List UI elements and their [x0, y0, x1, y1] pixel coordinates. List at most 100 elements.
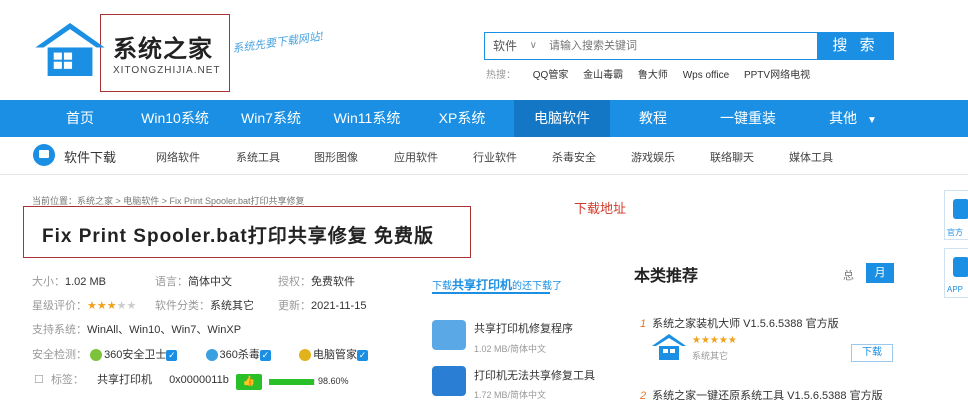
related-item-title[interactable]: 打印机无法共享修复工具	[474, 367, 595, 383]
subnav-item[interactable]: 杀毒安全	[552, 149, 596, 165]
hot-item[interactable]: PPTV网络电视	[744, 70, 810, 81]
info-tags: ☐ 标签： 共享打印机 0x0000011b	[34, 371, 229, 387]
tags-label: 标签：	[50, 374, 84, 386]
360-antivirus-icon	[205, 349, 218, 362]
app-float-widget[interactable]: APP	[944, 248, 968, 298]
security-item: 电脑管家	[313, 349, 358, 361]
recommend-item-title: 系统之家一键还原系统工具 V1.5.6.5388 官方版	[652, 390, 883, 400]
rating-stars: ★★★★★	[87, 300, 137, 312]
tag-item[interactable]: 共享打印机	[97, 374, 152, 386]
subnav-item[interactable]: 应用软件	[394, 149, 438, 165]
nav-reinstall[interactable]: 一键重装	[708, 100, 788, 137]
subnav-item[interactable]: 网络软件	[156, 149, 200, 165]
info-size: 大小：1.02 MB	[32, 273, 106, 289]
search-category-label: 软件	[493, 39, 518, 53]
os-value: WinAll、Win10、Win7、WinXP	[87, 324, 242, 336]
os-label: 支持系统：	[32, 324, 87, 336]
download-address-link[interactable]: 下载地址	[574, 198, 626, 217]
logo-domain: XITONGZHIJIA.NET	[113, 65, 221, 76]
phone-icon	[953, 257, 968, 277]
related-heading: 下载共享打印机的还下载了	[432, 276, 562, 293]
recommend-stars: ★★★★★	[692, 335, 737, 346]
software-subnav: 软件下载 网络软件 系统工具 图形图像 应用软件 行业软件 杀毒安全 游戏娱乐 …	[0, 137, 968, 175]
size-value: 1.02 MB	[65, 276, 106, 288]
caret-down-icon: ▼	[866, 115, 877, 126]
info-security: 安全检测： 360安全卫士 ✓ 360杀毒 ✓ 电脑管家 ✓	[32, 346, 369, 362]
related-item-title[interactable]: 共享打印机修复程序	[474, 320, 573, 336]
search-input[interactable]	[545, 33, 817, 59]
download-button[interactable]: 下载	[851, 344, 893, 362]
recommend-item[interactable]: 1 系统之家装机大师 V1.5.6.5388 官方版	[640, 315, 839, 331]
nav-win11[interactable]: Win11系统	[322, 100, 412, 137]
subnav-item[interactable]: 系统工具	[236, 149, 280, 165]
lang-value: 简体中文	[188, 276, 232, 288]
info-lang: 语言：简体中文	[155, 273, 232, 289]
score-bar-fill	[269, 379, 315, 385]
related-head-keyword[interactable]: 共享打印机	[452, 278, 512, 292]
tag-item[interactable]: 0x0000011b	[169, 374, 229, 386]
printer-fix-app-icon[interactable]	[432, 366, 466, 396]
nav-more-label: 其他	[829, 110, 858, 126]
hot-item[interactable]: 鲁大师	[638, 70, 668, 81]
float-label: APP	[947, 285, 964, 294]
house-logo-icon	[35, 23, 105, 76]
tab-total[interactable]: 总	[843, 267, 854, 283]
check-icon: ✓	[166, 349, 178, 361]
check-icon: ✓	[357, 349, 369, 361]
nav-home[interactable]: 首页	[40, 100, 120, 137]
security-label: 安全检测：	[32, 349, 87, 361]
license-label: 授权：	[278, 276, 311, 288]
tag-icon: ☐	[34, 374, 44, 386]
update-value: 2021-11-15	[311, 300, 367, 312]
hot-label: 热搜：	[486, 70, 516, 81]
rating-label: 星级评价：	[32, 300, 87, 312]
search-bar: 软件 ∨ 搜 索	[484, 32, 894, 60]
recommend-item[interactable]: 2 系统之家一键还原系统工具 V1.5.6.5388 官方版	[640, 387, 883, 400]
page-title-box: Fix Print Spooler.bat打印共享修复 免费版	[23, 206, 471, 258]
subnav-item[interactable]: 媒体工具	[789, 149, 833, 165]
check-icon: ✓	[259, 349, 271, 361]
subnav-title[interactable]: 软件下载	[64, 147, 116, 166]
score-value: 98.60%	[318, 376, 349, 386]
nav-win10[interactable]: Win10系统	[132, 100, 218, 137]
hot-item[interactable]: QQ管家	[533, 70, 569, 81]
subnav-item[interactable]: 图形图像	[314, 149, 358, 165]
logo-title: 系统之家	[113, 35, 213, 63]
nav-more[interactable]: 其他 ▼	[818, 100, 888, 137]
hot-item[interactable]: 金山毒霸	[583, 70, 623, 81]
subnav-item[interactable]: 游戏娱乐	[631, 149, 675, 165]
float-label: 官方	[947, 228, 963, 237]
printer-app-icon[interactable]	[432, 320, 466, 350]
chat-icon	[953, 199, 968, 219]
nav-tutorial[interactable]: 教程	[622, 100, 684, 137]
related-underline	[432, 292, 550, 294]
nav-win7[interactable]: Win7系统	[228, 100, 314, 137]
info-os: 支持系统：WinAll、Win10、Win7、WinXP	[32, 321, 241, 337]
thumbs-up-icon[interactable]: 👍	[236, 374, 262, 390]
hot-item[interactable]: Wps office	[683, 70, 730, 81]
security-item: 360安全卫士	[104, 349, 167, 361]
recommend-item-title: 系统之家装机大师 V1.5.6.5388 官方版	[652, 318, 839, 330]
related-item-meta: 1.72 MB/简体中文	[474, 390, 547, 400]
related-item-meta: 1.02 MB/简体中文	[474, 344, 547, 354]
nav-xp[interactable]: XP系统	[426, 100, 498, 137]
site-logo[interactable]: 系统之家 XITONGZHIJIA.NET	[35, 14, 230, 92]
official-float-widget[interactable]: 官方	[944, 190, 968, 240]
search-category-select[interactable]: 软件 ∨	[485, 33, 541, 59]
recommend-category: 系统其它	[692, 351, 729, 361]
chevron-down-icon: ∨	[529, 40, 537, 51]
subnav-item[interactable]: 行业软件	[473, 149, 517, 165]
search-button[interactable]: 搜 索	[817, 32, 894, 60]
related-head-prefix: 下载	[432, 281, 452, 292]
360-shield-icon	[90, 349, 103, 362]
nav-software[interactable]: 电脑软件	[514, 100, 610, 137]
update-label: 更新：	[278, 300, 311, 312]
tab-month[interactable]: 月	[866, 263, 894, 283]
recommend-title: 本类推荐	[634, 268, 699, 285]
house-logo-icon	[652, 334, 686, 360]
category-value[interactable]: 系统其它	[210, 300, 254, 312]
lang-label: 语言：	[155, 276, 188, 288]
score-bar	[269, 379, 315, 385]
subnav-item[interactable]: 联络聊天	[710, 149, 754, 165]
info-license: 授权：免费软件	[278, 273, 355, 289]
